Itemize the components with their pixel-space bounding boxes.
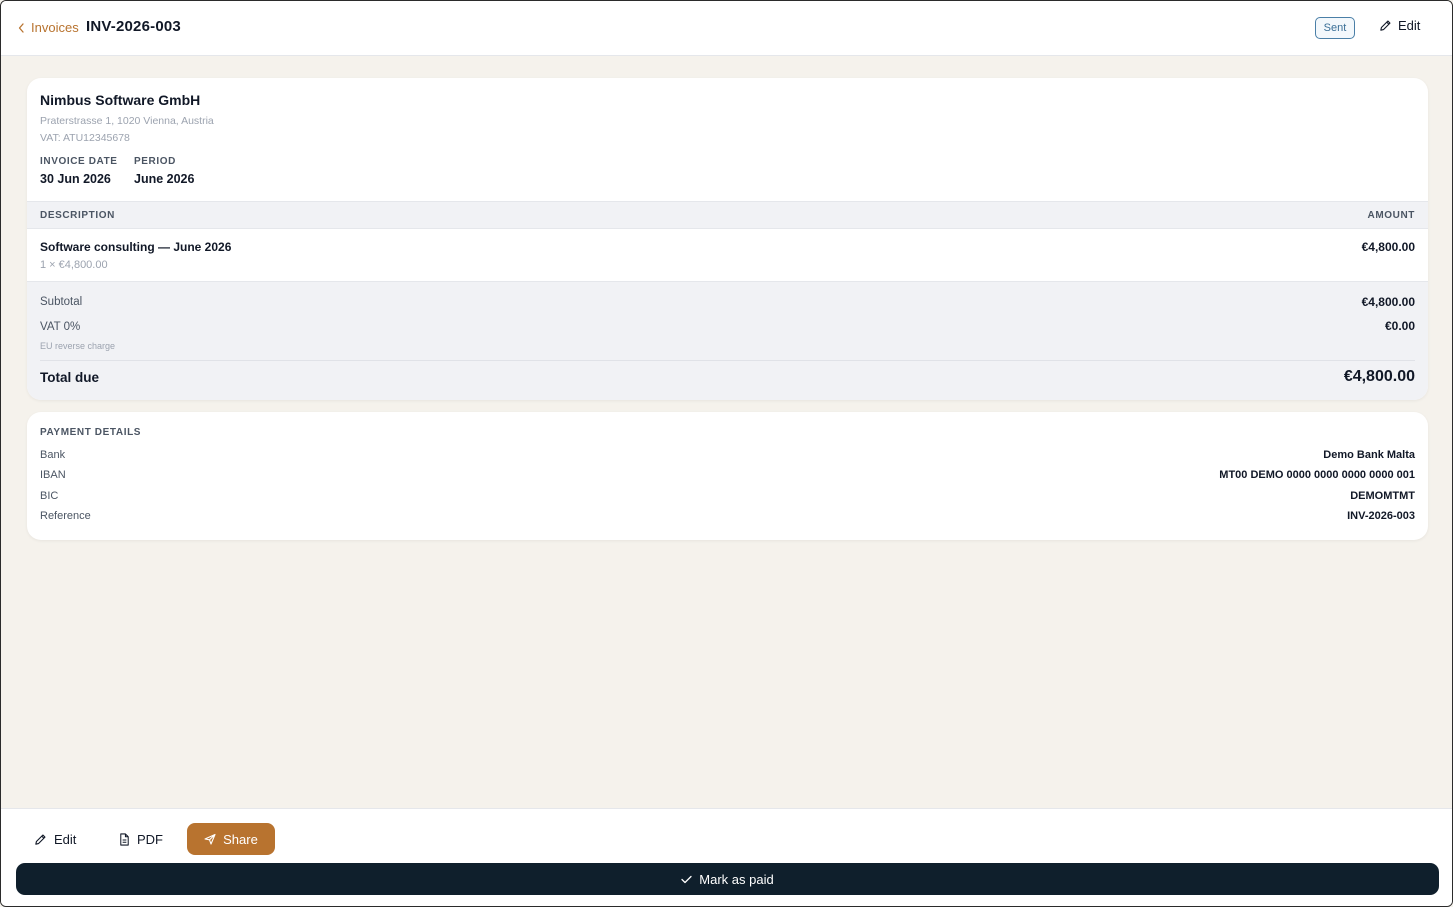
company-vat: VAT: ATU12345678 <box>40 132 130 144</box>
share-button-label: Share <box>223 831 258 847</box>
mark-as-paid-button[interactable]: Mark as paid <box>16 863 1439 895</box>
payment-row-iban: IBAN MT00 DEMO 0000 0000 0000 0000 001 <box>40 469 1415 485</box>
pdf-button-label: PDF <box>137 831 163 847</box>
edit-button-header[interactable]: Edit <box>1379 18 1420 33</box>
payment-label: BIC <box>40 490 59 502</box>
payment-value: Demo Bank Malta <box>1323 449 1415 461</box>
subtotal-label: Subtotal <box>40 296 83 308</box>
payment-label: Reference <box>40 510 91 522</box>
pencil-icon <box>1380 20 1391 31</box>
back-to-invoices-link[interactable]: Invoices <box>18 20 79 35</box>
edit-button-label: Edit <box>54 831 77 847</box>
period-value: June 2026 <box>134 172 195 186</box>
payment-value: DEMOMTMT <box>1350 490 1415 502</box>
payment-row-reference: Reference INV-2026-003 <box>40 510 1415 526</box>
chevron-left-icon <box>18 22 24 33</box>
invoice-date-label: INVOICE DATE <box>40 156 118 167</box>
top-bar: Invoices INV-2026-003 Sent Edit <box>1 1 1452 56</box>
payment-row-bank: Bank Demo Bank Malta <box>40 449 1415 465</box>
payment-label: Bank <box>40 449 66 461</box>
pdf-button[interactable]: PDF <box>109 823 173 855</box>
line-item-amount: €4,800.00 <box>1361 240 1415 254</box>
payment-details-card: PAYMENT DETAILS Bank Demo Bank Malta IBA… <box>27 412 1428 540</box>
totals-section: Subtotal €4,800.00 VAT 0% €0.00 EU rever… <box>27 282 1428 400</box>
payment-row-bic: BIC DEMOMTMT <box>40 490 1415 506</box>
send-icon <box>204 833 216 845</box>
totals-divider <box>40 360 1415 361</box>
invoice-card: Nimbus Software GmbH Praterstrasse 1, 10… <box>27 78 1428 400</box>
app-frame: Invoices INV-2026-003 Sent Edit Nimbus S… <box>0 0 1453 907</box>
bottom-action-bar: Edit PDF Share Mark as paid <box>1 808 1452 906</box>
line-item-description: Software consulting — June 2026 <box>40 240 232 254</box>
invoice-date-value: 30 Jun 2026 <box>40 172 111 186</box>
vat-value: €0.00 <box>1384 319 1415 333</box>
company-name: Nimbus Software GmbH <box>40 92 201 108</box>
edit-button-label: Edit <box>1398 18 1421 33</box>
payment-details-title: PAYMENT DETAILS <box>40 427 142 438</box>
edit-button[interactable]: Edit <box>24 823 86 855</box>
total-due-label: Total due <box>40 370 99 385</box>
line-item-quantity: 1 × €4,800.00 <box>40 259 108 271</box>
page-title: INV-2026-003 <box>86 18 181 35</box>
back-link-label: Invoices <box>31 20 79 35</box>
vat-note: EU reverse charge <box>40 341 116 351</box>
column-header-amount: AMOUNT <box>1367 210 1415 221</box>
vat-label: VAT 0% <box>40 321 81 333</box>
document-icon <box>120 832 129 846</box>
status-badge: Sent <box>1315 17 1355 39</box>
share-button[interactable]: Share <box>187 823 275 855</box>
line-items-header: DESCRIPTION AMOUNT <box>27 201 1428 229</box>
column-header-description: DESCRIPTION <box>40 210 115 221</box>
payment-label: IBAN <box>40 469 66 481</box>
payment-value: MT00 DEMO 0000 0000 0000 0000 001 <box>1219 469 1415 481</box>
mark-as-paid-label: Mark as paid <box>699 871 774 887</box>
line-item-row: Software consulting — June 2026 1 × €4,8… <box>27 229 1428 282</box>
pencil-icon <box>35 833 46 845</box>
check-icon <box>681 875 692 883</box>
total-due-value: €4,800.00 <box>1343 368 1415 385</box>
period-label: PERIOD <box>134 156 176 167</box>
subtotal-value: €4,800.00 <box>1361 295 1415 309</box>
company-address: Praterstrasse 1, 1020 Vienna, Austria <box>40 115 214 127</box>
payment-value: INV-2026-003 <box>1347 510 1415 522</box>
